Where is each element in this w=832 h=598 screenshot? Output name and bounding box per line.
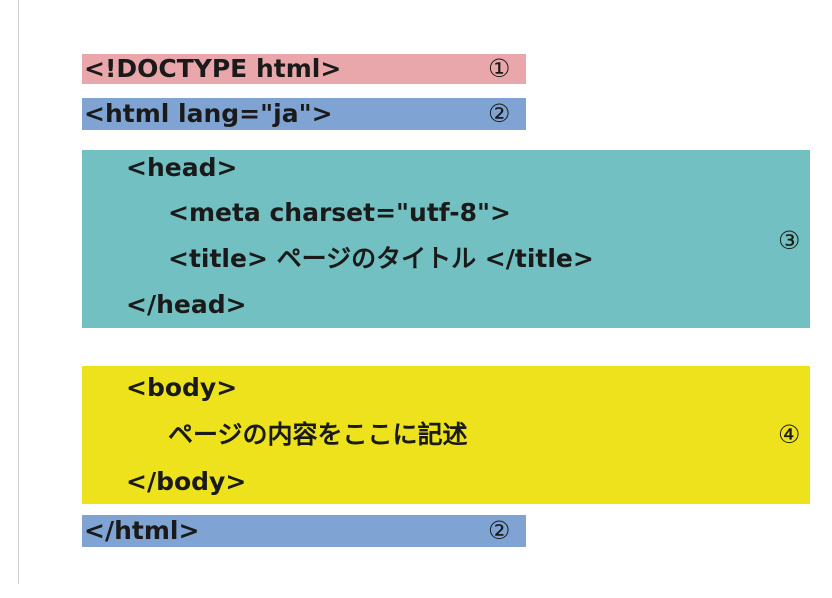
head-marker: ③ (778, 226, 801, 255)
body-close-line: </body> (126, 467, 247, 496)
doctype-marker: ① (488, 54, 511, 83)
doctype-code: <!DOCTYPE html> (84, 54, 342, 83)
left-margin-rule (18, 0, 19, 584)
head-title-line: <title> ページのタイトル </title> (168, 244, 594, 273)
body-content-line: ページの内容をここに記述 (168, 420, 468, 449)
html-close-marker: ② (488, 516, 511, 545)
head-close-line: </head> (126, 290, 247, 319)
head-meta-line: <meta charset="utf-8"> (168, 198, 511, 227)
html-close-code: </html> (84, 516, 200, 545)
html-open-code: <html lang="ja"> (84, 99, 333, 128)
head-open-line: <head> (126, 153, 238, 182)
html-open-marker: ② (488, 99, 511, 128)
body-open-line: <body> (126, 373, 238, 402)
body-marker: ④ (778, 420, 801, 449)
